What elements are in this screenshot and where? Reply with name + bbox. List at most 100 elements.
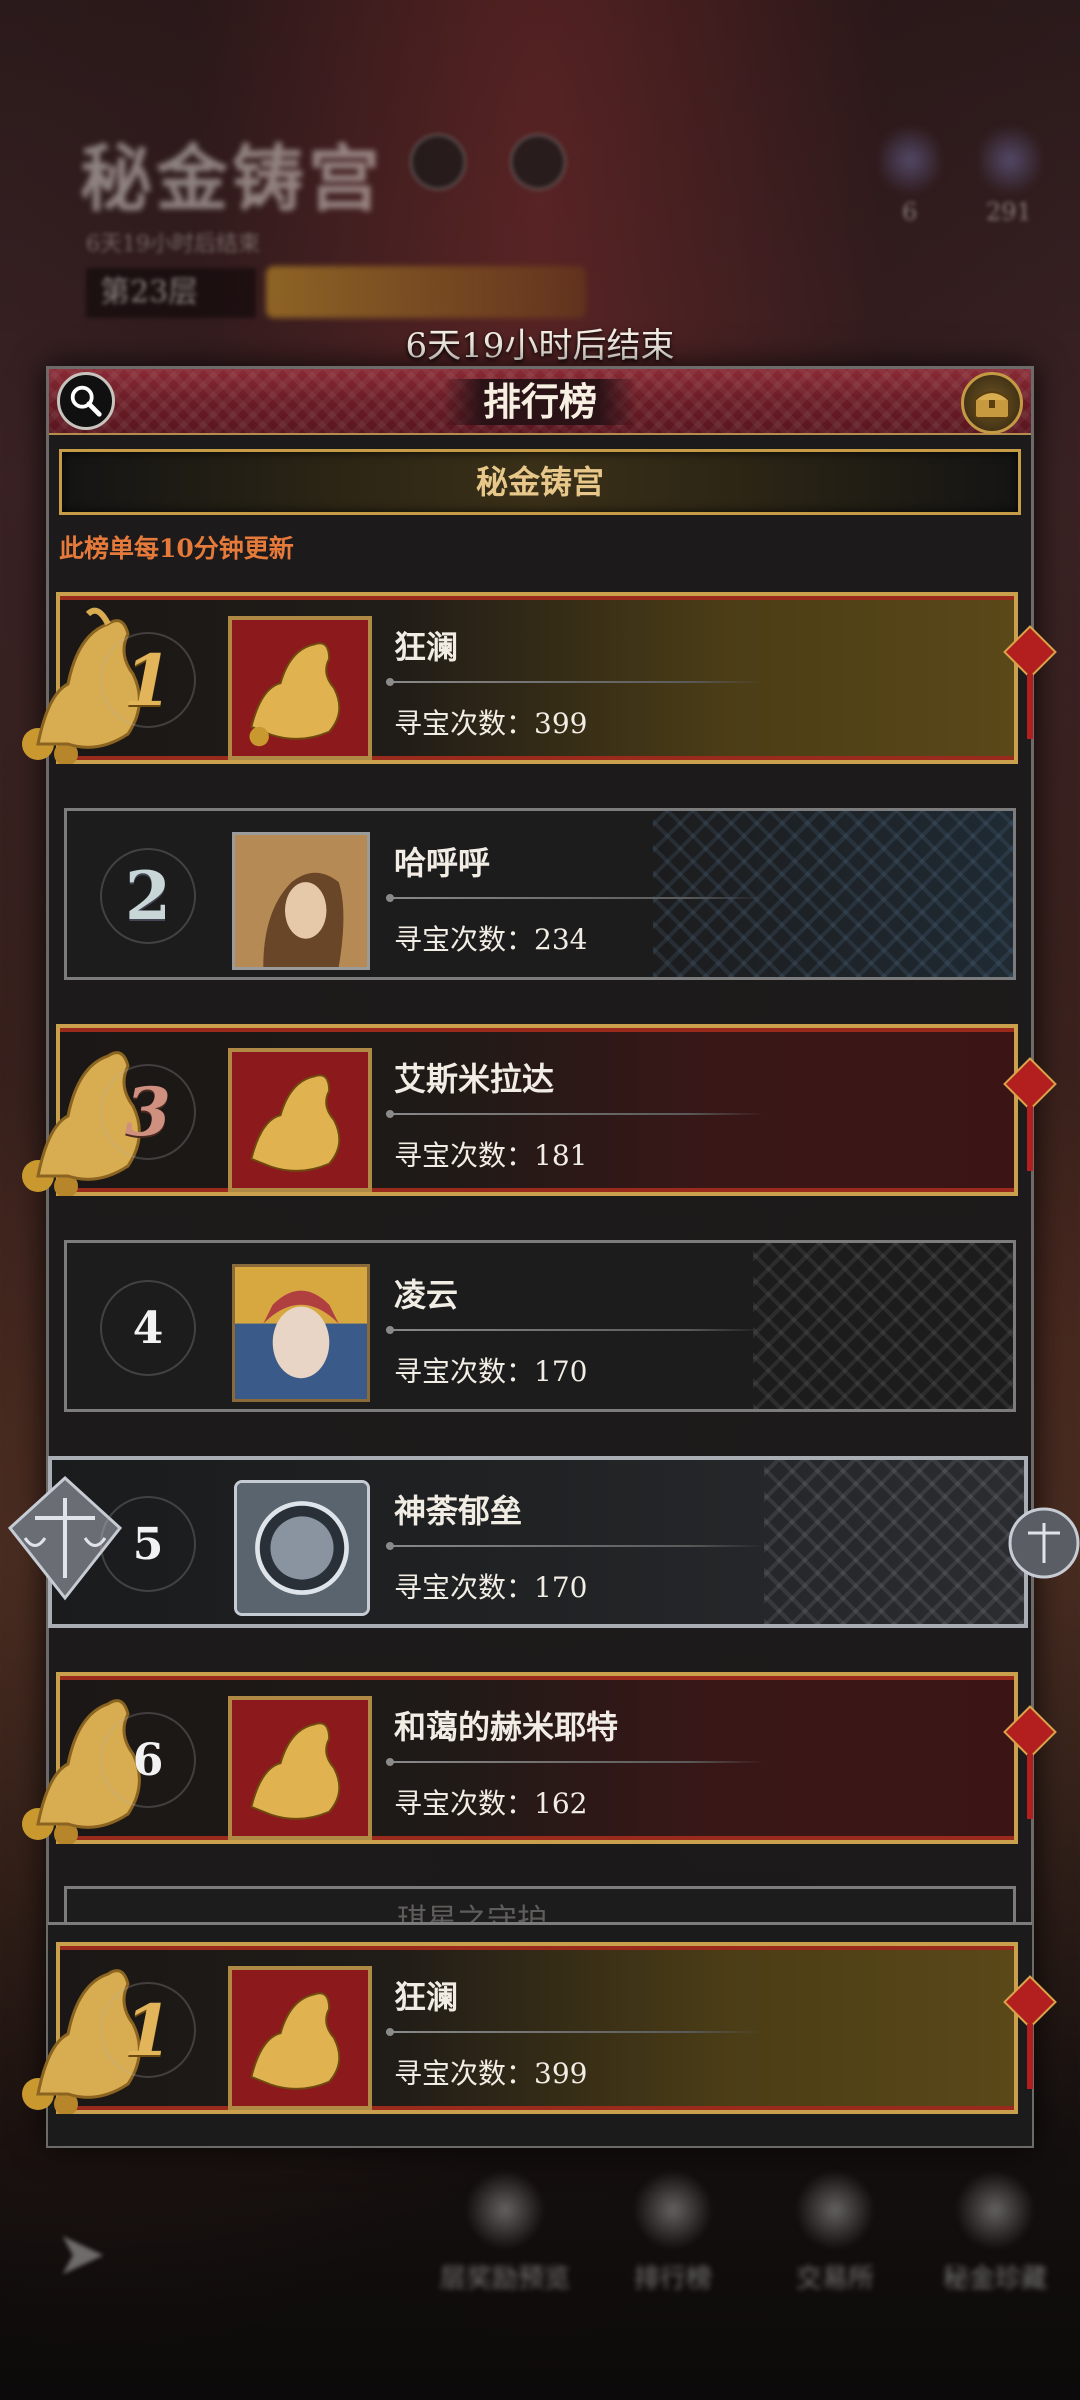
count-label: 寻宝次数： xyxy=(394,923,535,956)
treasure-count: 寻宝次数：170 xyxy=(394,1350,587,1390)
player-name: 和蔼的赫米耶特 xyxy=(394,1708,619,1746)
event-name-banner: 秘金铸宫 xyxy=(59,449,1021,515)
rank-number: 4 xyxy=(132,1302,164,1354)
bg-crystal-icon xyxy=(980,120,1040,200)
rank-row-partial: 琪星之守护 xyxy=(64,1886,1016,1938)
divider xyxy=(386,1326,764,1334)
count-label: 寻宝次数： xyxy=(394,1571,535,1604)
bg-nav-label: 交易所 xyxy=(795,2264,874,2294)
back-arrow-icon: ➤ xyxy=(56,2219,107,2289)
count-value: 399 xyxy=(534,2057,588,2090)
rank-number: 2 xyxy=(125,857,171,935)
rank-badge: 5 xyxy=(100,1496,196,1592)
rank-row[interactable]: 3 艾斯米拉达 寻宝次数：181 xyxy=(0,1016,1080,1206)
bg-rank-icon xyxy=(510,134,566,190)
count-label: 寻宝次数： xyxy=(394,1355,535,1388)
horse-avatar-icon xyxy=(232,620,368,756)
rank-row[interactable]: 1 狂澜 寻宝次数：399 xyxy=(0,584,1080,774)
divider xyxy=(386,1542,764,1550)
card-pattern xyxy=(753,1243,1013,1409)
bg-search-icon xyxy=(410,134,466,190)
treasure-count: 寻宝次数：234 xyxy=(394,918,587,958)
treasure-count: 寻宝次数：170 xyxy=(394,1566,587,1606)
silver-scale-icon xyxy=(1008,1507,1080,1579)
bg-subtitle: 6天19小时后结束 xyxy=(86,232,260,257)
avatar xyxy=(228,1048,372,1192)
divider xyxy=(386,678,764,686)
horse-avatar-icon xyxy=(232,1052,368,1188)
treasure-count: 寻宝次数：399 xyxy=(394,702,587,742)
crystal-ball-avatar-icon xyxy=(237,1483,367,1613)
card-pattern xyxy=(653,811,1013,977)
divider xyxy=(386,1758,764,1766)
rank-row[interactable]: 4 凌云 寻宝次数：170 xyxy=(0,1232,1080,1422)
avatar xyxy=(234,1480,370,1616)
player-name: 神荼郁垒 xyxy=(394,1492,523,1530)
chest-button[interactable] xyxy=(961,372,1023,434)
horse-avatar-icon xyxy=(232,1700,368,1836)
rank-row[interactable]: 2 哈呼呼 寻宝次数：234 xyxy=(0,800,1080,990)
panel-title: 排行榜 xyxy=(442,379,637,425)
count-value: 162 xyxy=(534,1787,588,1820)
card-pattern xyxy=(764,1460,1024,1624)
rank-badge: 4 xyxy=(100,1280,196,1376)
rank-number: 6 xyxy=(132,1734,164,1786)
search-icon xyxy=(70,385,102,417)
bg-nav-label: 排行榜 xyxy=(633,2264,712,2294)
rank-number: 3 xyxy=(125,1073,171,1151)
rank-badge: 6 xyxy=(100,1712,196,1808)
rank-row[interactable]: 5 神荼郁垒 寻宝次数：170 xyxy=(0,1448,1080,1638)
chinese-knot-icon xyxy=(1003,1705,1057,1819)
rank-badge: 1 xyxy=(100,632,196,728)
chinese-knot-icon xyxy=(1003,1975,1057,2089)
treasure-count: 寻宝次数：181 xyxy=(394,1134,587,1174)
bg-nav-label: 层奖励预览 xyxy=(439,2264,570,2294)
panel-header: 排行榜 xyxy=(49,369,1031,435)
divider xyxy=(386,2028,764,2036)
update-note: 此榜单每10分钟更新 xyxy=(59,534,294,563)
chinese-knot-icon xyxy=(1003,625,1057,739)
bg-banner xyxy=(266,266,586,318)
rank-number: 1 xyxy=(123,638,173,722)
bg-title: 秘金铸宫 xyxy=(80,136,385,221)
count-label: 寻宝次数： xyxy=(394,1139,535,1172)
divider xyxy=(386,1110,764,1118)
count-label: 寻宝次数： xyxy=(394,707,535,740)
count-label: 寻宝次数： xyxy=(394,1787,535,1820)
avatar xyxy=(232,832,370,970)
rank-number: 5 xyxy=(132,1518,164,1570)
rank-badge: 1 xyxy=(100,1982,196,2078)
count-value: 399 xyxy=(534,707,588,740)
bg-nav-label: 秘金珍藏 xyxy=(942,2264,1047,2294)
search-button[interactable] xyxy=(57,372,115,430)
bg-nav-exchange: 交易所 xyxy=(760,2170,910,2300)
count-value: 234 xyxy=(534,923,588,956)
chest-icon xyxy=(974,391,1010,419)
rank-row[interactable]: 6 和蔼的赫米耶特 寻宝次数：162 xyxy=(0,1664,1080,1854)
bg-nav-rank: 排行榜 xyxy=(598,2170,748,2300)
rank-badge: 3 xyxy=(100,1064,196,1160)
bg-crystal-count: 291 xyxy=(986,198,1032,226)
rank-badge: 2 xyxy=(100,848,196,944)
bg-nav-collection: 秘金珍藏 xyxy=(920,2170,1070,2300)
portrait-avatar-icon xyxy=(235,835,367,967)
count-value: 170 xyxy=(534,1571,588,1604)
treasure-count: 寻宝次数：399 xyxy=(394,2052,587,2092)
count-value: 170 xyxy=(534,1355,588,1388)
player-name: 凌云 xyxy=(394,1276,459,1314)
player-name: 艾斯米拉达 xyxy=(394,1060,555,1098)
divider xyxy=(386,894,764,902)
character-avatar-icon xyxy=(235,1267,367,1399)
player-name: 狂澜 xyxy=(394,1978,459,2016)
avatar xyxy=(228,1696,372,1840)
rank-number: 1 xyxy=(123,1988,173,2072)
avatar xyxy=(228,1966,372,2110)
bg-nav-floor-rewards: 层奖励预览 xyxy=(430,2170,580,2300)
horse-avatar-icon xyxy=(232,1970,368,2106)
player-name: 狂澜 xyxy=(394,628,459,666)
count-value: 181 xyxy=(534,1139,588,1172)
count-label: 寻宝次数： xyxy=(394,2057,535,2090)
bg-resource-count: 6 xyxy=(902,198,918,226)
bg-resource-icon xyxy=(880,120,940,200)
my-rank-row[interactable]: 1 狂澜 寻宝次数：399 xyxy=(0,1934,1080,2124)
